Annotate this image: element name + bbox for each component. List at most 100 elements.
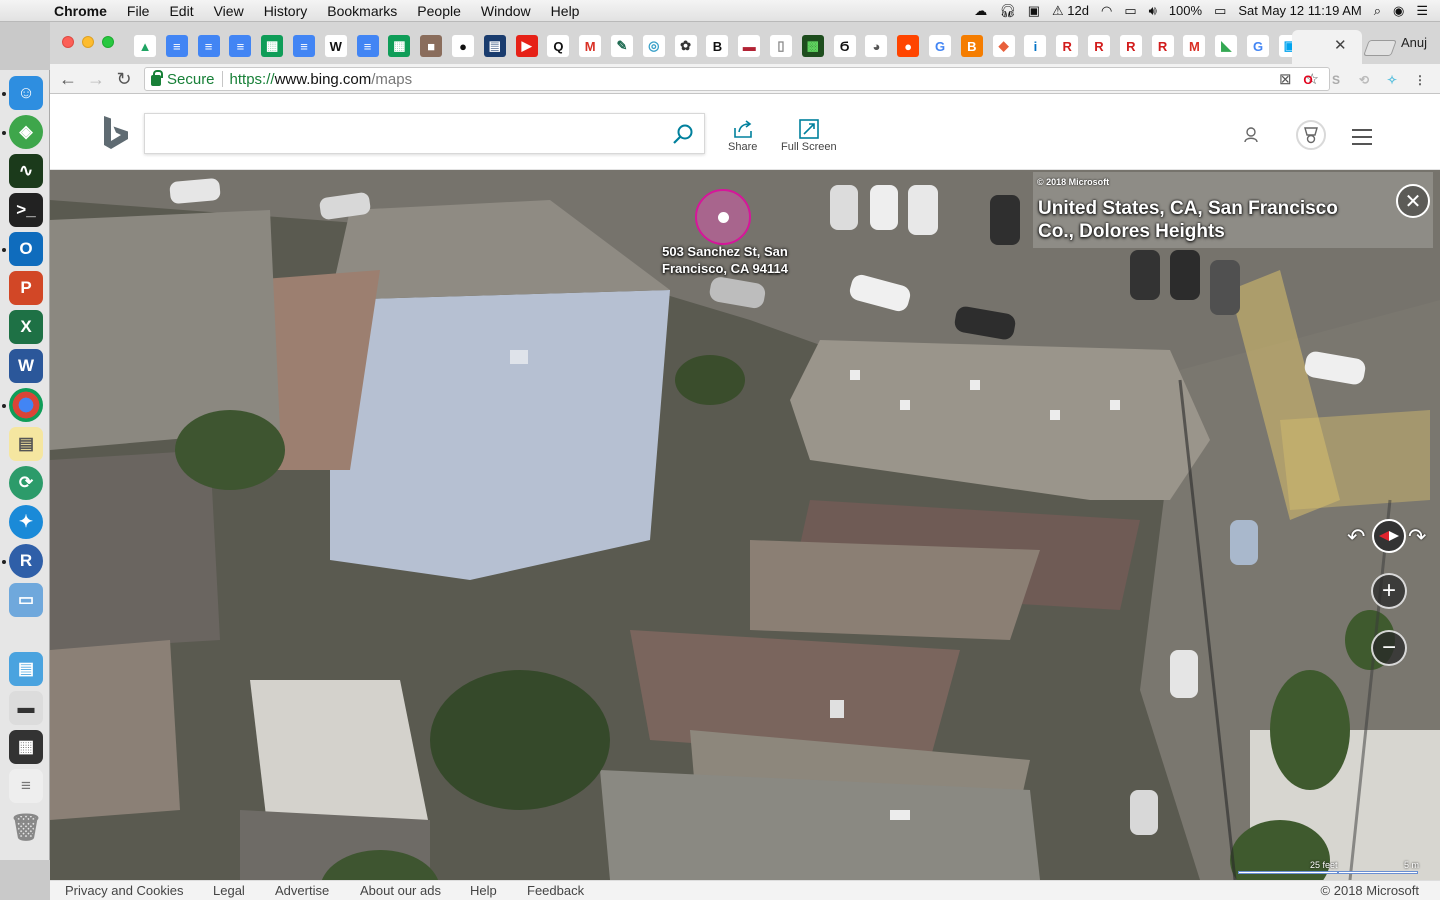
rotate-left-icon[interactable]: ↶ <box>1347 524 1365 550</box>
menu-help[interactable]: Help <box>541 3 590 19</box>
docs-icon[interactable]: ≡ <box>356 35 379 57</box>
legal-link[interactable]: Legal <box>213 883 245 898</box>
docs-icon[interactable]: ≡ <box>165 35 188 57</box>
reload-icon[interactable]: ↻ <box>112 67 136 91</box>
help-link[interactable]: Help <box>470 883 497 898</box>
battery-percent[interactable]: 100% <box>1169 3 1202 18</box>
notes-icon[interactable]: ▤ <box>9 427 43 461</box>
r-icon[interactable]: R <box>1119 35 1142 57</box>
compass-button[interactable] <box>1372 519 1406 553</box>
forward-icon[interactable]: → <box>84 67 108 91</box>
bird-icon[interactable]: Ϭ <box>833 35 856 57</box>
finder-icon[interactable]: ☺ <box>9 76 43 110</box>
cloud-icon[interactable]: ☁ <box>974 3 987 19</box>
rstudio-window-icon[interactable]: ▦ <box>9 730 43 764</box>
countdown-tray[interactable]: ⚠ 12d <box>1052 3 1089 19</box>
trash-icon[interactable]: 🗑︎ <box>9 810 43 844</box>
android-studio-icon[interactable]: ◈ <box>9 115 43 149</box>
drive-icon[interactable]: ▲ <box>134 35 156 57</box>
photo-icon[interactable]: ■ <box>420 35 443 57</box>
map-canvas[interactable]: © 2018 Microsoft United States, CA, San … <box>50 170 1440 880</box>
folder-icon[interactable]: ▤ <box>9 652 43 686</box>
about-ads-link[interactable]: About our ads <box>360 883 441 898</box>
word-icon[interactable]: W <box>9 349 43 383</box>
maps-icon[interactable]: ◣ <box>1215 35 1238 57</box>
menu-window[interactable]: Window <box>471 3 541 19</box>
tag-icon[interactable]: ◆ <box>992 35 1015 57</box>
youtube-icon[interactable]: ▶ <box>515 35 538 57</box>
zoom-out-button[interactable]: − <box>1371 630 1407 666</box>
menu-history[interactable]: History <box>254 3 318 19</box>
feather-icon[interactable]: ✎ <box>611 35 633 57</box>
github-icon[interactable]: ● <box>452 35 474 57</box>
intel-icon[interactable]: i <box>1024 35 1047 57</box>
opera-extension-icon[interactable]: O <box>1299 71 1317 89</box>
translate-icon[interactable]: ⊠ <box>1279 70 1292 88</box>
siri-icon[interactable]: ◉ <box>1393 3 1404 19</box>
quora-icon[interactable]: Q <box>547 35 570 57</box>
r-app-icon[interactable]: R <box>9 544 43 578</box>
location-pin[interactable] <box>695 189 751 245</box>
spotlight-icon[interactable]: ⌕ <box>1374 3 1381 19</box>
clock[interactable]: Sat May 12 11:19 AM <box>1238 3 1361 18</box>
menu-file[interactable]: File <box>117 3 160 19</box>
menu-bookmarks[interactable]: Bookmarks <box>317 3 407 19</box>
feedback-link[interactable]: Feedback <box>527 883 584 898</box>
app-window-icon[interactable]: ▬ <box>9 691 43 725</box>
pacman-icon[interactable]: ◕ <box>865 35 888 57</box>
minimize-window-button[interactable] <box>82 36 94 48</box>
lightbulb-extension-icon[interactable]: ✧ <box>1383 71 1401 89</box>
terminal-icon[interactable]: ▩ <box>801 35 824 57</box>
r-icon[interactable]: R <box>1056 35 1079 57</box>
keyboard-icon[interactable]: ▤ <box>483 35 506 57</box>
volume-icon[interactable]: 🔊︎ <box>1149 3 1157 19</box>
bing-logo-icon[interactable] <box>102 115 130 156</box>
close-birdseye-button[interactable]: ✕ <box>1396 184 1430 218</box>
document-icon[interactable]: ≡ <box>9 769 43 803</box>
zoom-in-button[interactable]: + <box>1371 573 1407 609</box>
activity-monitor-icon[interactable]: ∿ <box>9 154 43 188</box>
octo-icon[interactable]: ✿ <box>674 35 697 57</box>
menu-view[interactable]: View <box>204 3 254 19</box>
hamburger-menu-icon[interactable] <box>1352 129 1372 150</box>
app-menu-chrome[interactable]: Chrome <box>44 3 117 19</box>
excel-icon[interactable]: X <box>9 310 43 344</box>
share-button[interactable]: Share <box>728 119 757 153</box>
search-input[interactable] <box>144 113 705 154</box>
page-icon[interactable]: ▯ <box>770 35 792 57</box>
notification-center-icon[interactable]: ☰ <box>1416 3 1428 19</box>
close-window-button[interactable] <box>62 36 74 48</box>
headphones-icon[interactable]: 🎧︎ <box>999 3 1016 19</box>
docs-icon[interactable]: ≡ <box>229 35 252 57</box>
bold-b-icon[interactable]: B <box>706 35 729 57</box>
fullscreen-button[interactable]: Full Screen <box>781 119 837 153</box>
chrome-menu-icon[interactable]: ⋮ <box>1411 71 1429 89</box>
profile-icon[interactable] <box>1244 127 1258 148</box>
vpn-icon[interactable]: ⟳ <box>9 466 43 500</box>
chrome-icon[interactable] <box>9 388 43 422</box>
google-icon[interactable]: G <box>929 35 951 57</box>
wifi-icon[interactable]: ◠ <box>1101 3 1112 19</box>
tray-app-icon[interactable]: ▣ <box>1028 3 1040 19</box>
profile-name[interactable]: Anuj <box>1401 35 1427 50</box>
menu-edit[interactable]: Edit <box>159 3 203 19</box>
flag-icon[interactable]: ▬ <box>738 35 761 57</box>
search-icon[interactable] <box>672 123 694 150</box>
address-bar[interactable]: Secure https:// www.bing.com /maps ⊠ ☆ <box>144 67 1330 91</box>
google-icon[interactable]: G <box>1247 35 1269 57</box>
gmail-icon[interactable]: M <box>579 35 602 57</box>
sync-extension-icon[interactable]: ⟲ <box>1355 71 1373 89</box>
gmail-icon[interactable]: M <box>1183 35 1206 57</box>
menu-people[interactable]: People <box>407 3 471 19</box>
reddit-icon[interactable]: ● <box>897 35 920 57</box>
wikipedia-icon[interactable]: W <box>324 35 347 57</box>
sheets-icon[interactable]: ▦ <box>261 35 284 57</box>
safari-icon[interactable]: ✦ <box>9 505 43 539</box>
rotate-right-icon[interactable]: ↷ <box>1408 524 1426 550</box>
sheets-icon[interactable]: ▦ <box>388 35 411 57</box>
tab-bing-maps[interactable] <box>1292 30 1362 64</box>
secure-indicator[interactable]: Secure <box>151 69 215 88</box>
outlook-icon[interactable]: O <box>9 232 43 266</box>
image-capture-icon[interactable]: ▭ <box>9 583 43 617</box>
zoom-window-button[interactable] <box>102 36 114 48</box>
